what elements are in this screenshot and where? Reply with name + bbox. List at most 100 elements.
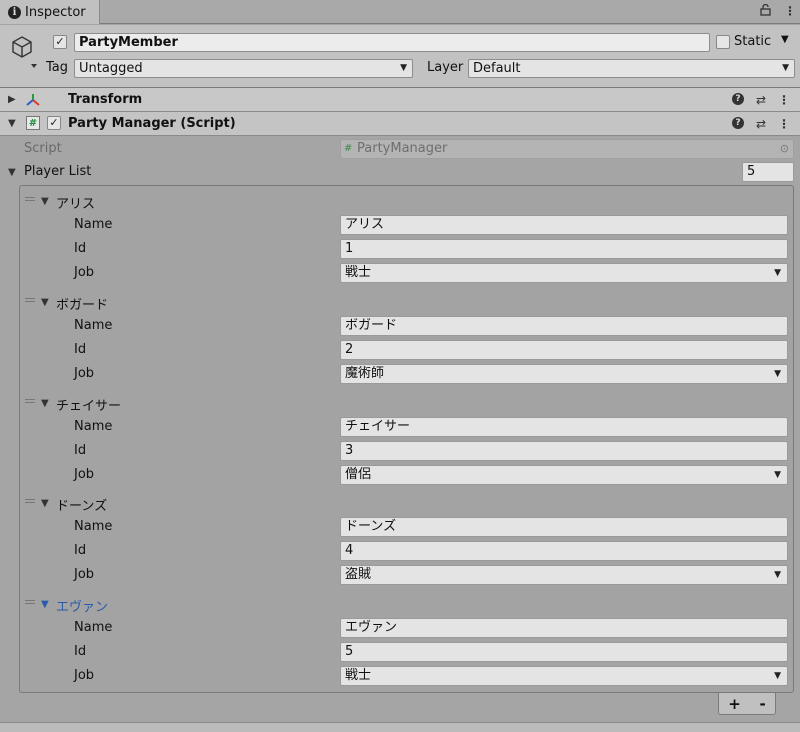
element-header[interactable]: ドーンズ (56, 495, 107, 514)
expanded-arrow-icon[interactable]: ▼ (8, 118, 16, 129)
job-label: Job (74, 567, 95, 582)
element-expanded-arrow-icon[interactable]: ▼ (41, 297, 49, 308)
drag-handle-icon[interactable] (25, 499, 35, 503)
player-list-size-input[interactable]: 5 (742, 162, 794, 182)
chevron-down-icon: ▼ (774, 671, 781, 681)
job-dropdown[interactable]: 戦士 ▼ (340, 263, 788, 283)
tag-dropdown[interactable]: Untagged ▼ (74, 59, 413, 78)
component-menu-icon[interactable]: ⋮ (778, 93, 790, 107)
name-input[interactable]: アリス (340, 215, 788, 235)
chevron-down-icon: ▼ (774, 369, 781, 379)
party-manager-title: Party Manager (Script) (68, 116, 236, 131)
job-dropdown[interactable]: 魔術師 ▼ (340, 364, 788, 384)
add-element-button[interactable]: + (728, 695, 741, 713)
script-label: Script (24, 141, 62, 156)
tag-value: Untagged (79, 61, 143, 76)
job-dropdown[interactable]: 戦士 ▼ (340, 666, 788, 686)
script-small-icon: # (344, 143, 353, 154)
job-label: Job (74, 265, 95, 280)
static-label: Static (734, 34, 772, 49)
lock-icon[interactable] (760, 3, 771, 19)
job-value: 盗賊 (345, 567, 372, 582)
name-label: Name (74, 620, 113, 635)
transform-component-header[interactable]: ▶ Transform ? ⇄ ⋮ (0, 88, 800, 112)
id-input[interactable]: 5 (340, 642, 788, 662)
chevron-down-icon: ▼ (774, 570, 781, 580)
chevron-down-icon: ▼ (774, 470, 781, 480)
more-menu-icon[interactable]: ⋮ (784, 4, 796, 18)
help-icon[interactable]: ? (731, 117, 744, 129)
drag-handle-icon[interactable] (25, 399, 35, 403)
drag-handle-icon[interactable] (25, 197, 35, 201)
drag-handle-icon[interactable] (25, 298, 35, 302)
id-input[interactable]: 1 (340, 239, 788, 259)
element-expanded-arrow-icon[interactable]: ▼ (41, 196, 49, 207)
job-dropdown[interactable]: 僧侶 ▼ (340, 465, 788, 485)
active-checkbox[interactable]: ✓ (53, 35, 67, 49)
name-input[interactable]: ドーンズ (340, 517, 788, 537)
name-label: Name (74, 419, 113, 434)
tab-title: Inspector (25, 4, 86, 20)
tab-inspector[interactable]: i Inspector (0, 0, 100, 24)
element-header[interactable]: チェイサー (56, 395, 121, 414)
collapsed-arrow-icon[interactable]: ▶ (8, 94, 16, 105)
element-expanded-arrow-icon[interactable]: ▼ (41, 599, 49, 610)
player-list-box (19, 185, 794, 693)
player-list-expanded-arrow-icon[interactable]: ▼ (8, 167, 16, 178)
list-add-remove-footer: + - (718, 693, 776, 715)
tag-label: Tag (46, 60, 69, 75)
name-label: Name (74, 519, 113, 534)
script-file-icon: # (26, 116, 40, 130)
component-menu-icon[interactable]: ⋮ (778, 117, 790, 131)
transform-title: Transform (68, 92, 143, 107)
id-label: Id (74, 644, 87, 659)
id-input[interactable]: 4 (340, 541, 788, 561)
name-input[interactable]: ボガード (340, 316, 788, 336)
id-input[interactable]: 3 (340, 441, 788, 461)
component-toolbar: ? ⇄ ⋮ (731, 117, 790, 131)
name-input[interactable]: エヴァン (340, 618, 788, 638)
presets-icon[interactable]: ⇄ (756, 117, 766, 131)
chevron-down-icon: ▼ (774, 268, 781, 278)
remove-element-button[interactable]: - (759, 695, 765, 713)
id-label: Id (74, 342, 87, 357)
player-list-label: Player List (24, 164, 92, 179)
job-dropdown[interactable]: 盗賊 ▼ (340, 565, 788, 585)
element-expanded-arrow-icon[interactable]: ▼ (41, 398, 49, 409)
component-toolbar: ? ⇄ ⋮ (731, 93, 790, 107)
info-icon: i (8, 5, 21, 19)
element-header[interactable]: ボガード (56, 294, 108, 313)
name-label: Name (74, 318, 113, 333)
object-picker-icon[interactable]: ⊙ (780, 140, 789, 158)
help-icon[interactable]: ? (731, 93, 744, 105)
tab-bar: i Inspector ⋮ (0, 0, 800, 24)
name-label: Name (74, 217, 113, 232)
id-input[interactable]: 2 (340, 340, 788, 360)
element-header[interactable]: アリス (56, 193, 95, 212)
party-manager-component-header[interactable]: ▼ # ✓ Party Manager (Script) ? ⇄ ⋮ (0, 112, 800, 136)
job-value: 僧侶 (345, 467, 372, 482)
script-value: PartyManager (357, 141, 448, 156)
element-expanded-arrow-icon[interactable]: ▼ (41, 498, 49, 509)
static-checkbox[interactable] (716, 35, 730, 49)
job-label: Job (74, 668, 95, 683)
chevron-down-icon: ▼ (782, 63, 789, 73)
layer-label: Layer (427, 60, 464, 75)
presets-icon[interactable]: ⇄ (756, 93, 766, 107)
job-value: 魔術師 (345, 366, 385, 381)
script-reference-field: # PartyManager ⊙ (340, 139, 794, 159)
name-input[interactable]: チェイサー (340, 417, 788, 437)
id-label: Id (74, 443, 87, 458)
transform-icon (26, 93, 40, 111)
element-header-selected[interactable]: エヴァン (56, 596, 108, 615)
component-enabled-checkbox[interactable]: ✓ (47, 116, 61, 130)
chevron-down-icon: ▼ (400, 63, 407, 73)
gameobject-cube-icon[interactable] (11, 35, 39, 73)
drag-handle-icon[interactable] (25, 600, 35, 604)
job-label: Job (74, 366, 95, 381)
layer-dropdown[interactable]: Default ▼ (468, 59, 795, 78)
gameobject-name-input[interactable]: PartyMember (74, 33, 710, 52)
static-dropdown-icon[interactable]: ▼ (781, 34, 789, 45)
job-value: 戦士 (345, 265, 372, 280)
id-label: Id (74, 543, 87, 558)
